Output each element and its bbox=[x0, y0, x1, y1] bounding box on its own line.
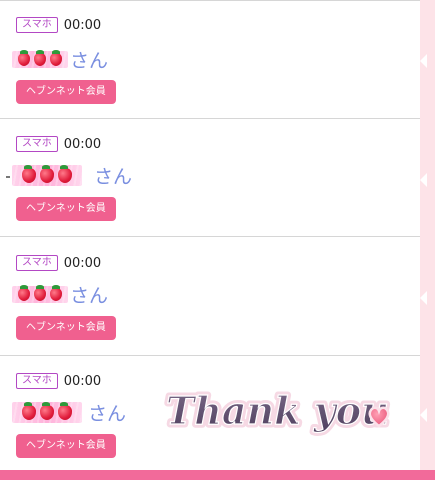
strawberry-icon bbox=[22, 401, 36, 420]
visit-time: 00:00 bbox=[63, 255, 102, 271]
list-item: スマホ 00:00 さん ヘブンネット会員 bbox=[0, 118, 420, 237]
visit-time: 00:00 bbox=[63, 373, 102, 389]
arrow-left-icon bbox=[420, 408, 427, 422]
strawberry-icon bbox=[40, 164, 54, 183]
side-panel bbox=[420, 0, 435, 470]
name-suffix: さん bbox=[94, 165, 133, 188]
page: スマホ 00:00 さん ヘブンネット会員 スマホ 00:00 さん ヘブンネッ… bbox=[0, 0, 435, 480]
member-badge-button[interactable]: ヘブンネット会員 bbox=[16, 80, 116, 104]
strawberry-icon bbox=[50, 49, 62, 66]
entry-meta: スマホ 00:00 bbox=[16, 253, 101, 273]
visitor-name[interactable]: さん bbox=[12, 399, 126, 425]
strawberry-icon bbox=[40, 401, 54, 420]
name-mask-sticker bbox=[12, 164, 82, 186]
visitor-name[interactable]: さん bbox=[12, 281, 108, 307]
strawberry-icon bbox=[34, 49, 46, 66]
list-item: スマホ 00:00 さん ヘブンネット会員 bbox=[0, 0, 420, 119]
member-badge-button[interactable]: ヘブンネット会員 bbox=[16, 434, 116, 458]
arrow-left-icon bbox=[420, 291, 427, 305]
thank-you-sticker: Thank you Thank you bbox=[163, 385, 393, 437]
member-badge-button[interactable]: ヘブンネット会員 bbox=[16, 316, 116, 340]
visitor-name[interactable]: さん bbox=[12, 46, 108, 72]
device-badge: スマホ bbox=[16, 255, 58, 271]
name-suffix: さん bbox=[70, 49, 109, 72]
member-badge-button[interactable]: ヘブンネット会員 bbox=[16, 197, 116, 221]
strawberry-icon bbox=[50, 284, 62, 301]
device-badge: スマホ bbox=[16, 136, 58, 152]
strawberry-icon bbox=[22, 164, 36, 183]
strawberry-icon bbox=[18, 49, 30, 66]
strawberry-icon bbox=[58, 401, 72, 420]
device-badge: スマホ bbox=[16, 17, 58, 33]
entry-meta: スマホ 00:00 bbox=[16, 15, 101, 35]
arrow-left-icon bbox=[420, 173, 427, 187]
strawberry-icon bbox=[34, 284, 46, 301]
mask-edge-mark bbox=[6, 176, 10, 178]
list-item: スマホ 00:00 さん ヘブンネット会員 bbox=[0, 237, 420, 356]
entry-meta: スマホ 00:00 bbox=[16, 134, 101, 154]
entry-meta: スマホ 00:00 bbox=[16, 371, 101, 391]
name-mask-sticker bbox=[12, 401, 82, 423]
arrow-left-icon bbox=[420, 54, 427, 68]
name-mask-sticker bbox=[12, 284, 68, 303]
sticker-text: Thank you bbox=[166, 388, 389, 433]
access-log-list: スマホ 00:00 さん ヘブンネット会員 スマホ 00:00 さん ヘブンネッ… bbox=[0, 0, 420, 470]
visit-time: 00:00 bbox=[63, 17, 102, 33]
device-badge: スマホ bbox=[16, 373, 58, 389]
name-mask-sticker bbox=[12, 49, 68, 68]
strawberry-icon bbox=[58, 164, 72, 183]
visit-time: 00:00 bbox=[63, 136, 102, 152]
name-suffix: さん bbox=[70, 284, 109, 307]
bottom-bar bbox=[0, 470, 435, 480]
strawberry-icon bbox=[18, 284, 30, 301]
visitor-name[interactable]: さん bbox=[12, 162, 132, 188]
name-suffix: さん bbox=[88, 402, 127, 425]
